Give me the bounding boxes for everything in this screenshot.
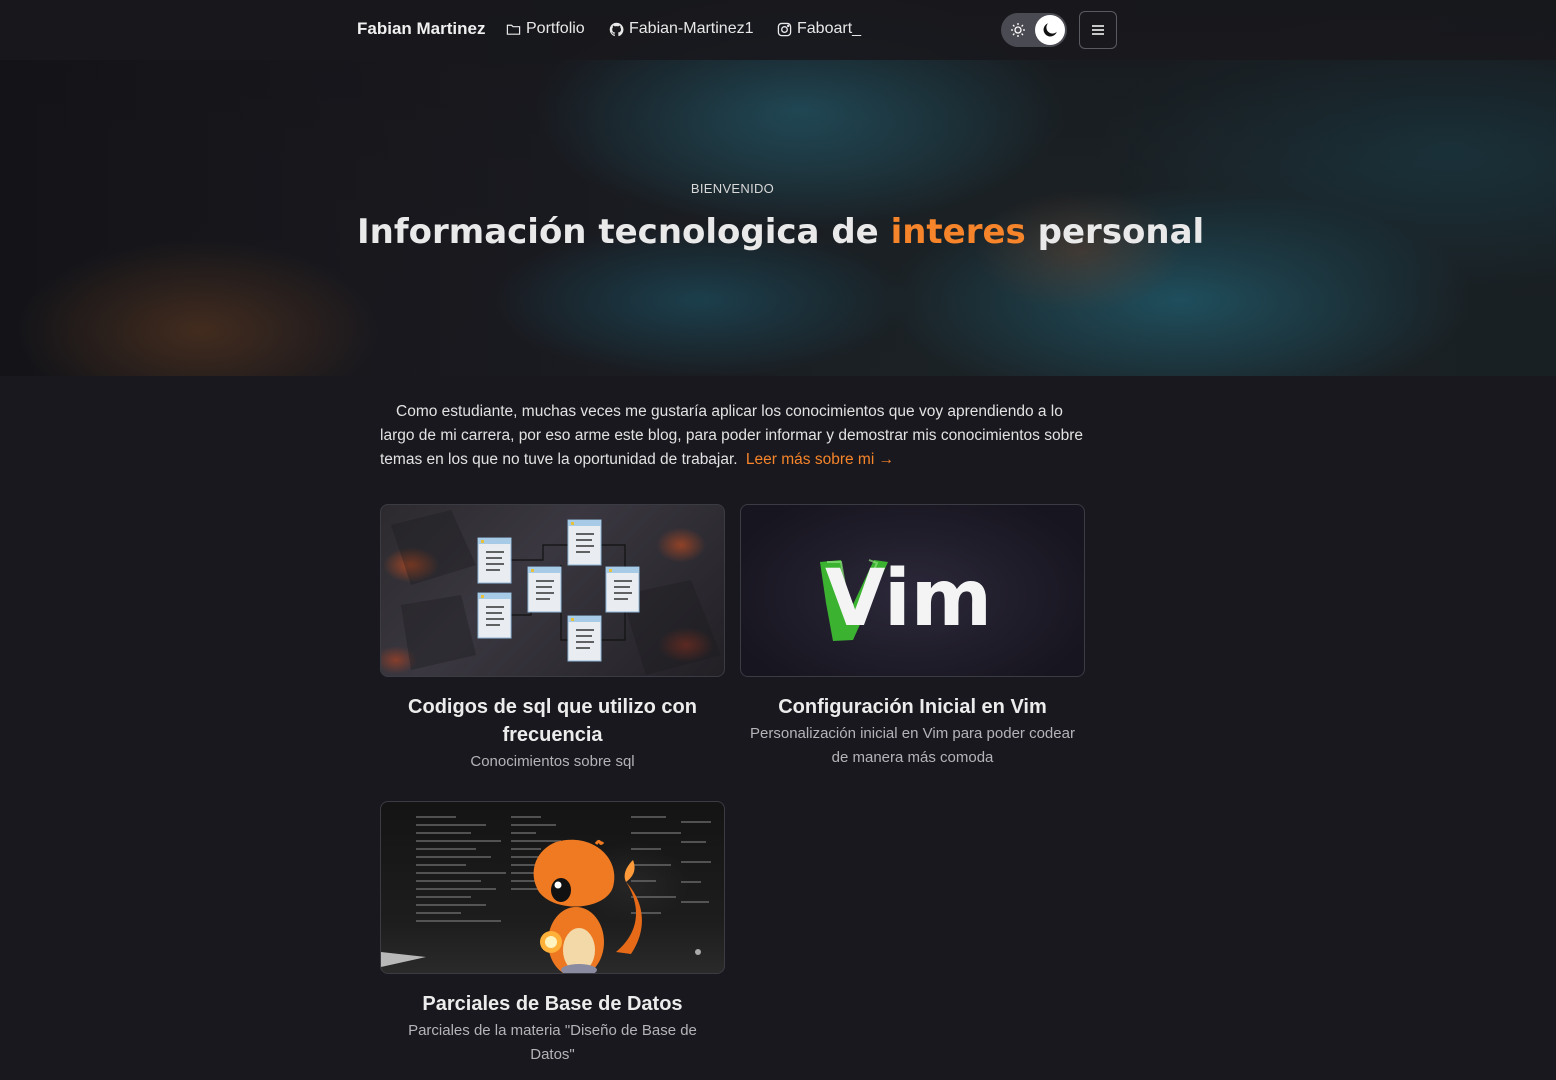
post-card-vim[interactable]: Vim Configuración Inicial en Vim Persona…: [740, 504, 1085, 770]
hero-title-start: Información tecnologica de: [357, 212, 891, 252]
theme-toggle-knob: [1035, 15, 1065, 45]
vim-logo-text: Vim: [825, 554, 992, 644]
post-title[interactable]: Configuración Inicial en Vim: [740, 693, 1085, 721]
post-card-parciales[interactable]: Parciales de Base de Datos Parciales de …: [380, 801, 725, 1067]
intro-text: Como estudiante, muchas veces me gustarí…: [380, 403, 1083, 468]
post-title[interactable]: Codigos de sql que utilizo con frecuenci…: [380, 693, 725, 749]
post-description: Personalización inicial en Vim para pode…: [750, 725, 1075, 766]
moon-icon: [1043, 23, 1057, 37]
read-more-link[interactable]: Leer más sobre mi →: [746, 451, 894, 468]
sql-diagram-graphic: [391, 510, 721, 675]
post-description: Conocimientos sobre sql: [470, 753, 635, 770]
brand-link[interactable]: Fabian Martinez: [357, 19, 485, 39]
nav-link-label: Fabian-Martinez1: [629, 20, 754, 37]
sun-icon: [1011, 23, 1025, 37]
post-description: Parciales de la materia "Diseño de Base …: [408, 1022, 697, 1063]
nav-link-label: Faboart_: [797, 20, 862, 37]
hero-eyebrow: BIENVENIDO: [690, 181, 775, 196]
menu-button[interactable]: [1079, 11, 1117, 49]
hero-title-accent: interes: [890, 212, 1026, 252]
top-navbar: Fabian Martinez Portfolio Fabian-Martine…: [0, 0, 1556, 60]
post-image-sql-diagram[interactable]: [380, 504, 725, 677]
nav-link-instagram[interactable]: Faboart_: [777, 20, 861, 38]
nav-link-portfolio[interactable]: Portfolio: [506, 20, 585, 38]
post-card-sql[interactable]: Codigos de sql que utilizo con frecuenci…: [380, 504, 725, 774]
hero-title: Información tecnologica de interes perso…: [357, 212, 1204, 252]
post-image-vim-logo[interactable]: Vim: [740, 504, 1085, 677]
post-image-charmander-code[interactable]: [380, 801, 725, 974]
intro-paragraph: Como estudiante, muchas veces me gustarí…: [380, 400, 1085, 472]
github-icon: [609, 22, 624, 36]
vim-logo-icon: Vim: [820, 554, 992, 644]
post-title[interactable]: Parciales de Base de Datos: [380, 990, 725, 1018]
hamburger-menu-icon: [1092, 25, 1104, 35]
theme-toggle[interactable]: [1001, 13, 1067, 47]
nav-link-github[interactable]: Fabian-Martinez1: [609, 20, 754, 38]
charmander-code-graphic: [381, 816, 711, 973]
nav-link-label: Portfolio: [526, 20, 585, 37]
hero-title-end: personal: [1025, 212, 1205, 252]
folder-icon: [506, 24, 521, 35]
instagram-icon: [777, 22, 792, 36]
